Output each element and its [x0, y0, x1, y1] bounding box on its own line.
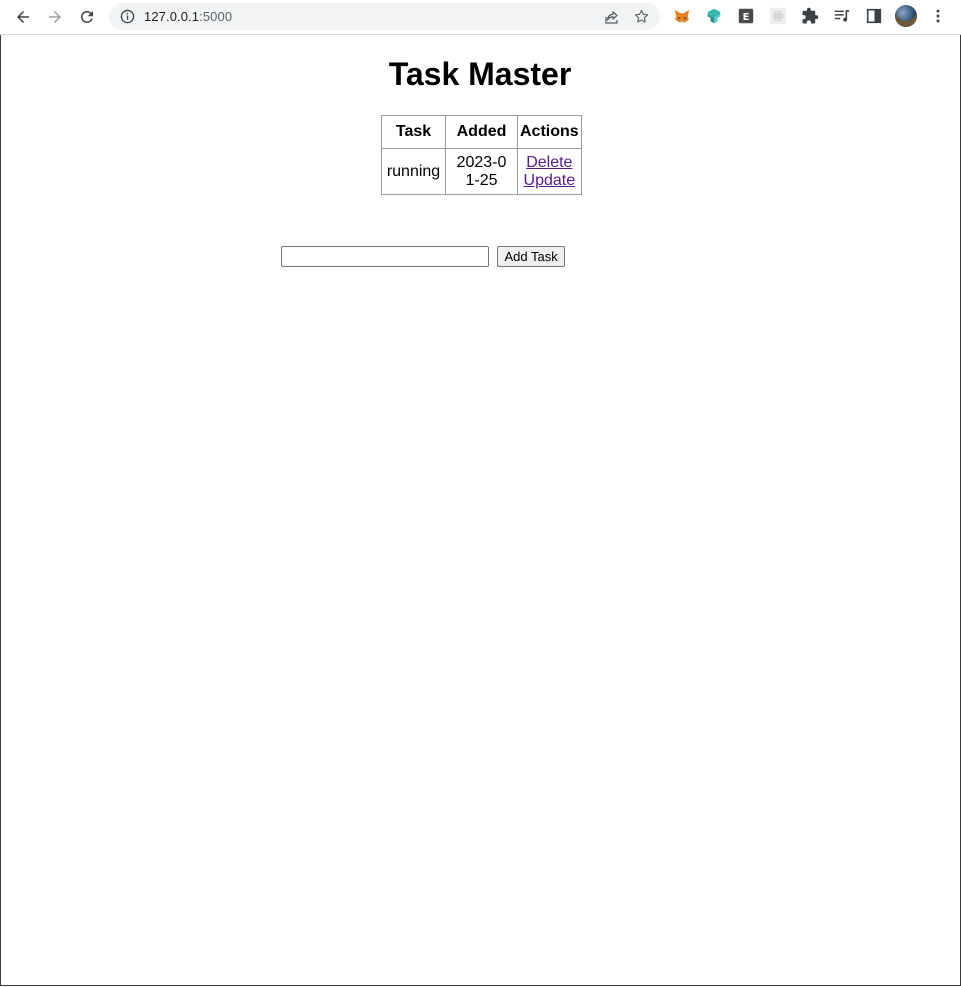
puzzle-extensions-icon[interactable] — [801, 7, 819, 25]
kebab-menu-icon[interactable] — [929, 7, 947, 25]
task-cell: running — [381, 148, 446, 195]
add-task-button[interactable]: Add Task — [497, 246, 565, 267]
reload-icon[interactable] — [75, 5, 99, 29]
e-extension-icon[interactable]: E — [737, 7, 755, 25]
teal-cube-extension-icon[interactable] — [705, 7, 723, 25]
added-cell: 2023-01-25 — [445, 148, 518, 195]
side-panel-icon[interactable] — [865, 7, 883, 25]
table-header-row: Task Added Actions — [381, 115, 582, 149]
tasks-table: Task Added Actions running 2023-01-25 De… — [381, 115, 582, 195]
column-header-added: Added — [445, 115, 518, 149]
url-text: 127.0.0.1:5000 — [144, 9, 233, 24]
actions-cell: Delete Update — [517, 148, 582, 195]
browser-toolbar: 127.0.0.1:5000 E — [0, 0, 961, 35]
forward-arrow-icon[interactable] — [43, 5, 67, 29]
avatar[interactable] — [895, 5, 917, 27]
react-devtools-icon[interactable] — [769, 7, 787, 25]
added-date: 2023-01-25 — [456, 153, 507, 189]
task-content-input[interactable] — [281, 246, 489, 267]
share-icon[interactable] — [604, 9, 620, 25]
metamask-fox-icon[interactable] — [673, 7, 691, 25]
page-title: Task Master — [388, 56, 572, 92]
info-icon[interactable] — [120, 9, 135, 24]
table-row: running 2023-01-25 Delete Update — [381, 148, 582, 195]
star-icon[interactable] — [633, 8, 650, 25]
back-arrow-icon[interactable] — [11, 5, 35, 29]
update-link[interactable]: Update — [520, 172, 579, 190]
add-task-form: Add Task — [281, 246, 565, 267]
delete-link[interactable]: Delete — [520, 154, 579, 172]
svg-text:E: E — [743, 12, 750, 23]
media-queue-icon[interactable] — [833, 7, 851, 25]
address-bar[interactable]: 127.0.0.1:5000 — [109, 3, 660, 30]
column-header-actions: Actions — [517, 115, 582, 149]
column-header-task: Task — [381, 115, 446, 149]
